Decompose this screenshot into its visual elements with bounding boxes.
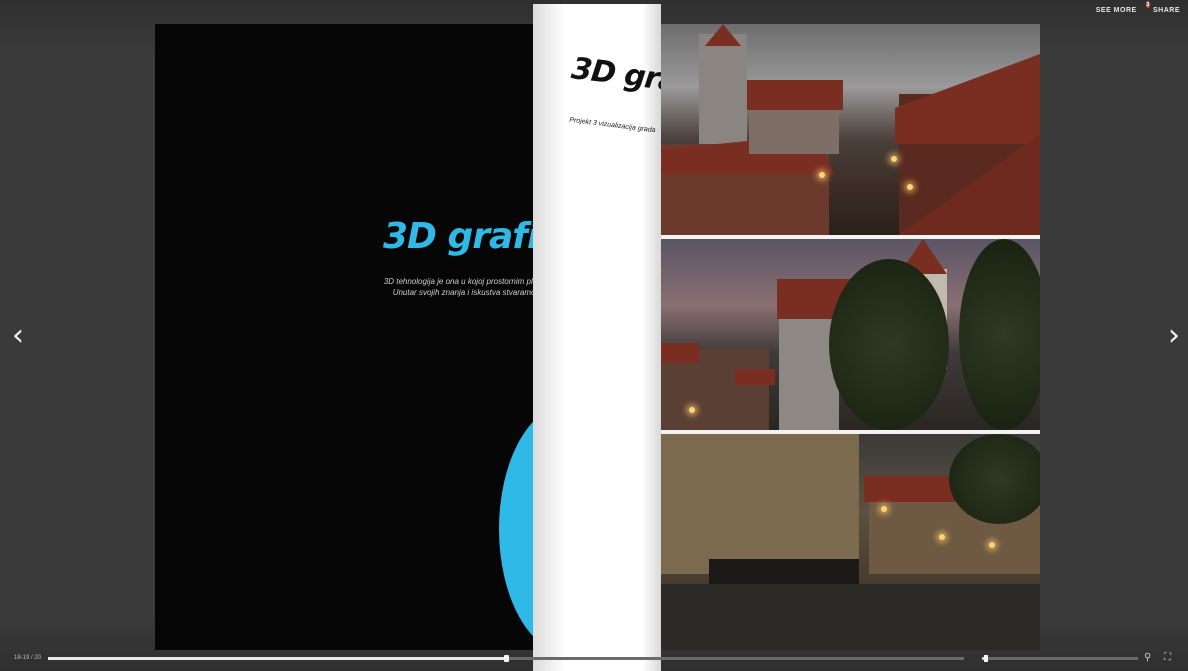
share-button[interactable]: SHARE bbox=[1153, 7, 1180, 15]
page-turn-curl[interactable]: 3D grafik Projekt 3 vizualizacija grada bbox=[533, 4, 661, 671]
page-counter: 18-19 / 20 bbox=[14, 655, 42, 661]
fullscreen-icon[interactable]: ⛶ bbox=[1164, 652, 1171, 663]
turning-page-title: 3D grafik bbox=[569, 51, 661, 104]
render-image-evening-plaza bbox=[659, 434, 1040, 650]
left-page: 3D grafik 3D tehnologija je ona u kojoj … bbox=[155, 24, 556, 650]
next-page-chevron-right-icon[interactable]: › bbox=[1162, 321, 1186, 351]
turning-page-body: Projekt 3 vizualizacija grada bbox=[568, 116, 656, 135]
see-more-button[interactable]: SEE MORE 3 bbox=[1095, 2, 1150, 15]
right-page bbox=[656, 24, 1040, 650]
render-image-night-street bbox=[659, 24, 1040, 235]
left-page-body-line: Unutar svojih znanja i iskustva stvaramo… bbox=[392, 288, 556, 297]
left-page-body: 3D tehnologija je ona u kojoj prostornim… bbox=[323, 276, 556, 298]
zoom-slider-thumb[interactable] bbox=[983, 655, 988, 662]
zoom-slider[interactable] bbox=[982, 655, 1138, 662]
left-page-title: 3D grafik bbox=[383, 216, 556, 257]
page-progress-thumb[interactable] bbox=[504, 655, 509, 662]
left-page-body-line: 3D tehnologija je ona u kojoj prostornim… bbox=[383, 277, 556, 286]
top-actions: SEE MORE 3 SHARE bbox=[1095, 2, 1180, 15]
zoom-icon[interactable]: ⚲ bbox=[1144, 652, 1151, 663]
page-progress-track[interactable] bbox=[48, 655, 964, 662]
notification-badge: 3 bbox=[1146, 2, 1150, 8]
previous-page-chevron-left-icon[interactable]: ‹ bbox=[6, 321, 30, 351]
bottom-bar: 18-19 / 20 ⚲ ⛶ bbox=[0, 650, 1188, 671]
building bbox=[659, 434, 859, 574]
flipbook-viewer: SEE MORE 3 SHARE ‹ › 3D grafik 3D tehnol… bbox=[0, 0, 1188, 671]
page-progress-fill bbox=[48, 657, 506, 660]
pavement bbox=[659, 584, 1040, 650]
see-more-label: SEE MORE bbox=[1095, 7, 1137, 14]
church-tower bbox=[699, 34, 747, 154]
render-image-dusk-square bbox=[659, 239, 1040, 430]
